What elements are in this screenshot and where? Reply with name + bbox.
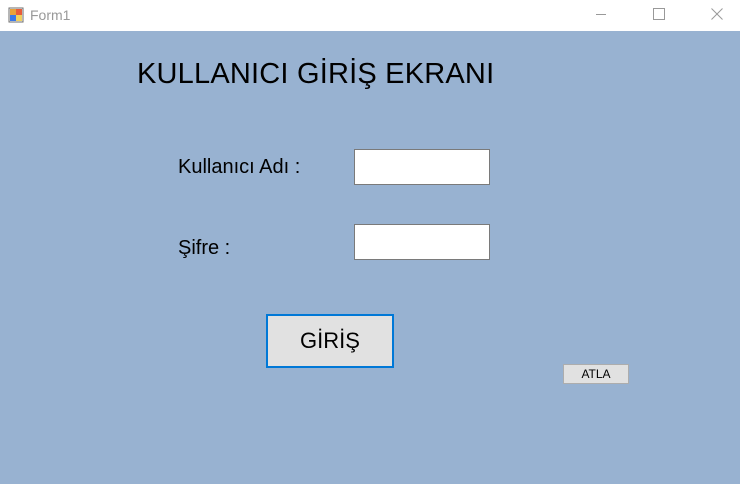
close-icon	[711, 7, 723, 25]
application-window: Form1 KULLANICI GİRİŞ EKRANI Kullanıcı A…	[0, 0, 740, 484]
close-button[interactable]	[694, 0, 740, 31]
maximize-button[interactable]	[636, 0, 682, 31]
password-input[interactable]	[354, 224, 490, 260]
password-label: Şifre :	[178, 237, 231, 259]
username-input[interactable]	[354, 149, 490, 185]
minimize-button[interactable]	[578, 0, 624, 31]
window-title: Form1	[30, 7, 71, 23]
page-title: KULLANICI GİRİŞ EKRANI	[137, 58, 495, 90]
form-client-area: KULLANICI GİRİŞ EKRANI Kullanıcı Adı : Ş…	[0, 31, 740, 484]
skip-button[interactable]: ATLA	[563, 364, 629, 384]
title-bar[interactable]: Form1	[0, 0, 740, 31]
app-icon[interactable]	[8, 7, 24, 23]
login-button[interactable]: GİRİŞ	[266, 314, 394, 368]
maximize-icon	[653, 7, 665, 25]
minimize-icon	[595, 7, 607, 25]
username-label: Kullanıcı Adı :	[178, 156, 301, 178]
